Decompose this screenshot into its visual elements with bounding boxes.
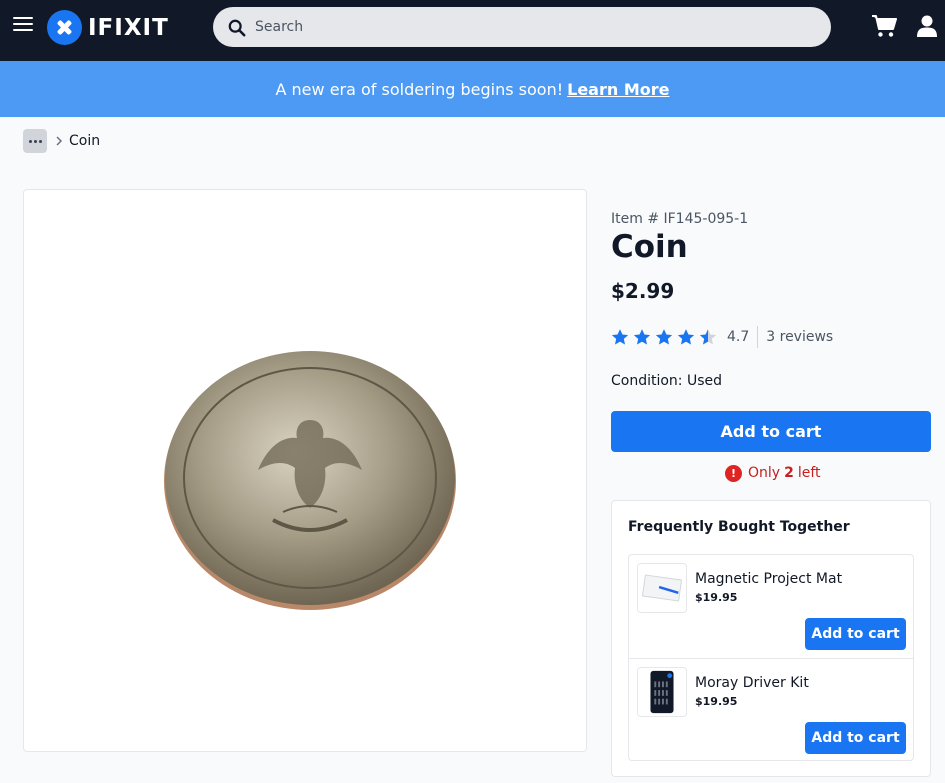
chevron-right-icon: [56, 136, 63, 146]
product-image-panel[interactable]: [23, 189, 587, 752]
product-condition: Condition: Used: [611, 373, 723, 389]
product-rating[interactable]: 4.7 3 reviews: [611, 326, 833, 348]
banner-text: A new era of soldering begins soon!: [275, 79, 564, 99]
promo-banner: A new era of soldering begins soon! Lear…: [0, 61, 945, 117]
alert-icon: !: [725, 464, 742, 482]
menu-icon[interactable]: [13, 17, 33, 35]
search-icon: [228, 19, 246, 37]
fbt-item-name[interactable]: Magnetic Project Mat: [695, 571, 842, 587]
top-navigation-bar: IFIXIT: [0, 0, 945, 61]
learn-more-link[interactable]: Learn More: [567, 80, 669, 99]
list-item: Moray Driver Kit $19.95 Add to cart: [629, 658, 913, 761]
item-number: Item # IF145-095-1: [611, 211, 749, 227]
frequently-bought-together: Frequently Bought Together Magnetic Proj…: [611, 500, 931, 777]
fbt-item-price: $19.95: [695, 591, 738, 604]
rating-stars: [611, 328, 721, 346]
project-mat-image: [641, 574, 683, 602]
moray-driver-kit-thumbnail[interactable]: [637, 667, 687, 717]
fbt-item-price: $19.95: [695, 695, 738, 708]
breadcrumb-current: Coin: [69, 133, 101, 149]
search-input[interactable]: [255, 13, 815, 41]
fbt-item-name[interactable]: Moray Driver Kit: [695, 675, 809, 691]
star-full-icon: [677, 329, 695, 345]
rating-value: 4.7: [727, 329, 750, 345]
driver-kit-image: [650, 670, 674, 714]
fbt-title: Frequently Bought Together: [628, 519, 850, 535]
star-full-icon: [655, 329, 673, 345]
stock-prefix: Only: [748, 465, 781, 481]
search-bar[interactable]: [213, 7, 831, 47]
ifixit-logo-mark-icon: [47, 10, 82, 45]
fbt-add-to-cart-button[interactable]: Add to cart: [805, 618, 906, 650]
fbt-add-to-cart-button[interactable]: Add to cart: [805, 722, 906, 754]
add-to-cart-button[interactable]: Add to cart: [611, 411, 931, 452]
star-full-icon: [611, 329, 629, 345]
magnetic-project-mat-thumbnail[interactable]: [637, 563, 687, 613]
rating-divider: [757, 326, 759, 348]
stock-status: ! Only 2 left: [725, 463, 821, 483]
ellipsis-icon: [28, 139, 32, 143]
breadcrumb-more-button[interactable]: [23, 129, 47, 153]
product-title: Coin: [611, 229, 688, 265]
stock-count: 2: [784, 465, 794, 481]
user-icon[interactable]: [917, 15, 937, 37]
stock-suffix: left: [797, 465, 821, 481]
cart-icon[interactable]: [871, 14, 897, 38]
breadcrumb: Coin: [23, 129, 100, 153]
fbt-list: Magnetic Project Mat $19.95 Add to cart …: [628, 554, 914, 761]
logo-text: IFIXIT: [88, 14, 169, 41]
list-item: Magnetic Project Mat $19.95 Add to cart: [629, 555, 913, 658]
product-price: $2.99: [611, 279, 675, 303]
ifixit-logo[interactable]: IFIXIT: [47, 10, 169, 45]
star-half-icon: [699, 329, 717, 345]
reviews-link[interactable]: 3 reviews: [766, 329, 833, 345]
product-image-coin: [164, 351, 456, 610]
star-full-icon: [633, 329, 651, 345]
